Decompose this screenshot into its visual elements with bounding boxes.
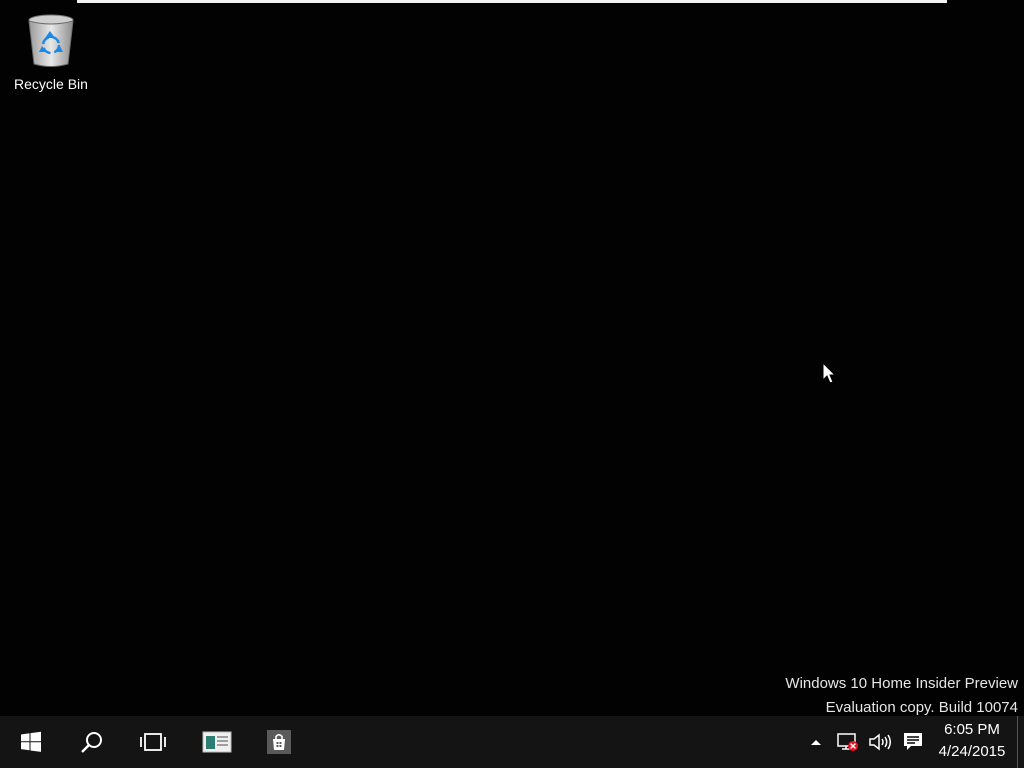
action-center-icon <box>904 733 922 750</box>
task-view-button[interactable] <box>122 716 184 768</box>
recycle-bin-shortcut[interactable]: Recycle Bin <box>8 8 94 96</box>
show-hidden-icons-button[interactable] <box>806 716 826 768</box>
show-desktop-button[interactable] <box>1017 716 1024 768</box>
start-button[interactable] <box>0 716 62 768</box>
network-status-button[interactable] <box>834 716 862 768</box>
taskbar: 6:05 PM 4/24/2015 <box>0 716 1024 768</box>
watermark-line1: Windows 10 Home Insider Preview <box>785 675 1018 692</box>
recycle-bin-label: Recycle Bin <box>14 76 88 92</box>
clock-time: 6:05 PM <box>944 721 1000 738</box>
clock-date: 4/24/2015 <box>938 743 1006 760</box>
file-explorer-icon <box>202 731 232 753</box>
volume-icon <box>869 733 891 751</box>
taskbar-app-store[interactable] <box>248 716 310 768</box>
store-icon <box>267 730 291 754</box>
windows-watermark: Windows 10 Home Insider Preview Evaluati… <box>785 672 1018 720</box>
action-center-button[interactable] <box>898 716 928 768</box>
volume-button[interactable] <box>866 716 894 768</box>
taskbar-clock[interactable]: 6:05 PM 4/24/2015 <box>930 719 1014 765</box>
task-view-icon <box>140 733 166 751</box>
taskbar-app-file-explorer[interactable] <box>186 716 248 768</box>
network-disconnected-icon <box>837 733 858 751</box>
mouse-cursor-icon <box>822 362 837 384</box>
search-button[interactable] <box>62 716 122 768</box>
windows-logo-icon <box>21 731 41 752</box>
search-icon <box>81 732 102 753</box>
recycle-bin-icon <box>28 14 74 67</box>
desktop[interactable]: Recycle Bin Windows 10 Home Insider Prev… <box>0 0 1024 716</box>
chevron-up-icon <box>811 740 821 745</box>
top-window-edge <box>77 0 947 3</box>
